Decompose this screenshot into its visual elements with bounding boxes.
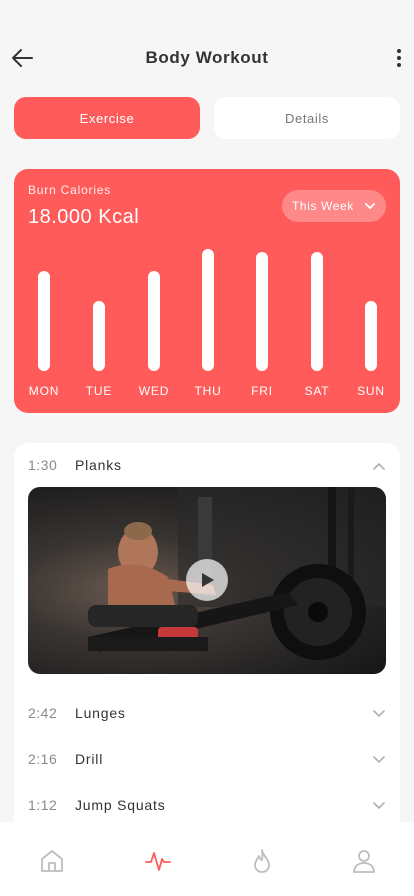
flame-icon [254,849,270,873]
more-vertical-icon [397,49,401,67]
chart-bar-tue [93,301,105,371]
chevron-down-icon [373,756,385,763]
chart-day-label: TUE [85,384,113,398]
nav-calories[interactable] [249,848,275,874]
exercise-video[interactable] [28,487,386,674]
nav-home[interactable] [39,848,65,874]
nav-profile[interactable] [351,848,377,874]
chart-bar-sun [365,301,377,371]
activity-icon [145,852,171,871]
exercise-name: Jump Squats [75,797,166,813]
chevron-down-icon [373,802,385,809]
chevron-up-icon [373,463,385,470]
exercise-time: 2:42 [28,705,58,721]
calories-card: Burn Calories 18.000 Kcal This Week MON T… [14,169,400,413]
chart-bar-mon [38,271,50,371]
tab-exercise[interactable]: Exercise [14,97,200,139]
play-button[interactable] [186,559,228,601]
nav-activity[interactable] [145,848,171,874]
page-title: Body Workout [145,48,269,67]
exercise-name: Planks [75,457,122,473]
chevron-down-icon [373,710,385,717]
tab-details[interactable]: Details [214,97,400,139]
exercise-name: Drill [75,751,104,767]
tab-bar: Exercise Details [14,97,400,139]
chart-day-label: MON [28,384,60,398]
more-button[interactable] [394,46,404,70]
exercise-list: 1:30 Planks 2:42 Lunges 2:16 Drill 1:12 … [14,443,400,863]
bottom-nav [0,822,414,896]
chart-day-label: FRI [251,384,273,398]
chart-day-label: SAT [304,384,330,398]
exercise-row-drill[interactable]: 2:16 Drill [14,745,400,775]
chart-day-label: WED [138,384,170,398]
calories-bar-chart: MON TUE WED THU FRI SAT SUN [14,169,400,413]
user-icon [353,850,375,873]
exercise-time: 2:16 [28,751,58,767]
chart-bar-sat [311,252,323,371]
chart-bar-fri [256,252,268,371]
play-icon [202,573,214,587]
exercise-time: 1:12 [28,797,58,813]
exercise-name: Lunges [75,705,126,721]
chart-day-label: THU [194,384,222,398]
exercise-row-planks[interactable]: 1:30 Planks [14,451,400,481]
exercise-time: 1:30 [28,457,58,473]
home-icon [41,850,63,872]
chart-bar-thu [202,249,214,371]
exercise-row-lunges[interactable]: 2:42 Lunges [14,699,400,729]
chart-day-label: SUN [357,384,385,398]
header: Body Workout [0,36,414,80]
exercise-row-jump-squats[interactable]: 1:12 Jump Squats [14,791,400,821]
chart-bar-wed [148,271,160,371]
